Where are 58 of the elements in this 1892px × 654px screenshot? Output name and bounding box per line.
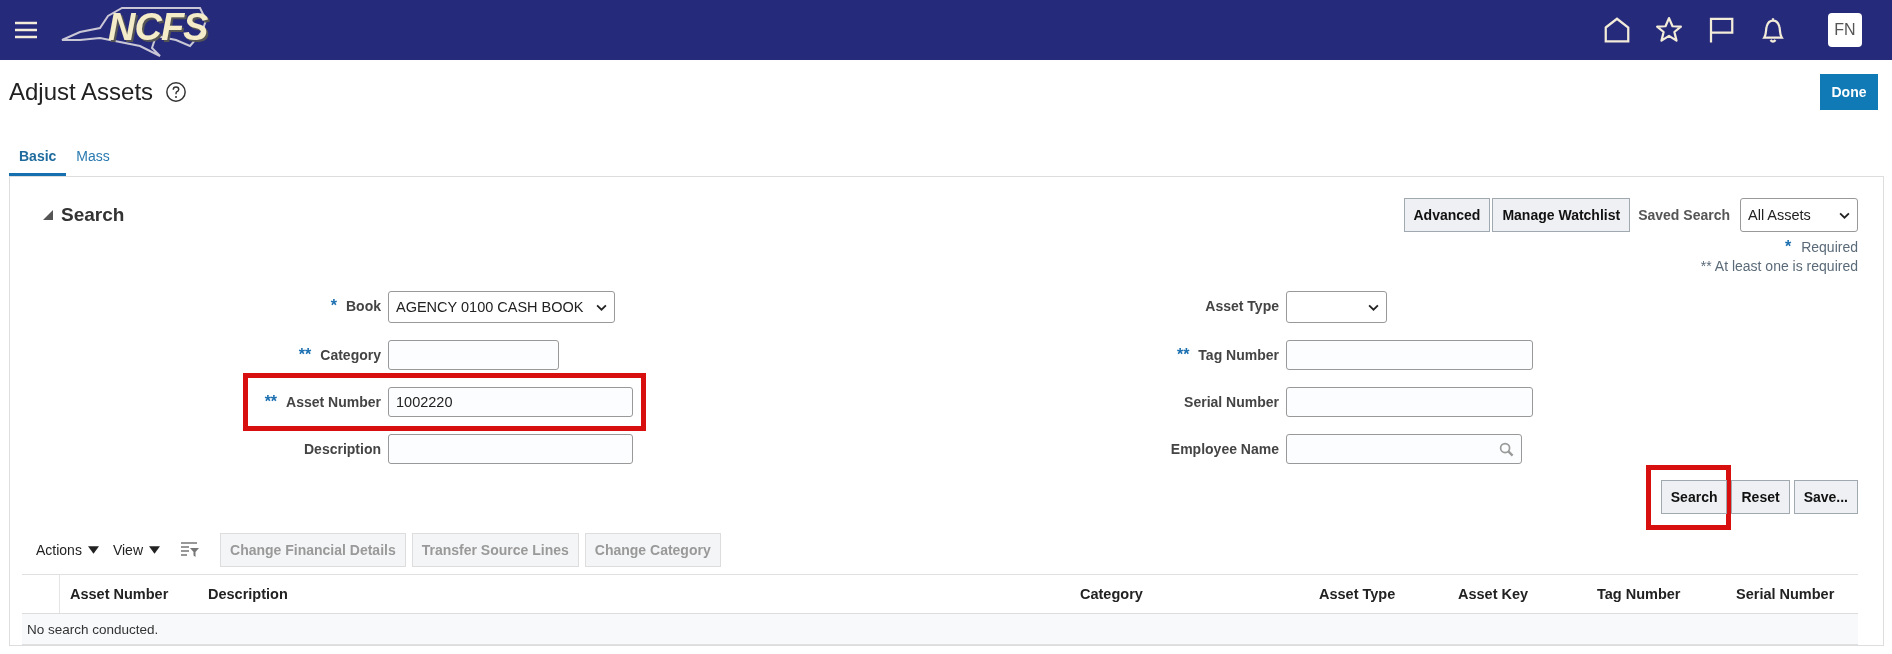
required-marker: ** [298, 346, 312, 364]
column-header: Category [1080, 586, 1143, 602]
column-header: Serial Number [1736, 586, 1835, 602]
toolbar-button[interactable]: Advanced [1403, 198, 1491, 232]
input-field[interactable] [388, 434, 633, 464]
chevron-down-icon [1368, 303, 1379, 311]
search-field[interactable] [1286, 434, 1522, 464]
action-button[interactable]: Reset [1731, 480, 1790, 514]
required-marker: ** [1176, 346, 1190, 364]
field-label: Serial Number [1184, 394, 1279, 410]
done-button[interactable]: Done [1820, 74, 1878, 110]
column-header: Asset Number [70, 586, 169, 602]
field-label: Asset Number [286, 394, 381, 410]
empty-message: No search conducted. [27, 621, 159, 637]
input-field[interactable] [1286, 387, 1533, 417]
menu-icon[interactable] [14, 20, 38, 40]
disclosure-icon[interactable] [43, 210, 53, 220]
action-button[interactable]: Save... [1793, 480, 1858, 514]
page-title: Adjust Assets [9, 78, 154, 106]
search-icon[interactable] [1499, 441, 1514, 457]
toolbar-button[interactable]: Manage Watchlist [1492, 198, 1631, 232]
field-label: Asset Type [1205, 298, 1279, 314]
column-header: Tag Number [1597, 586, 1681, 602]
menu-button[interactable]: View [108, 542, 164, 558]
section-title: Search [61, 204, 125, 226]
input-field[interactable]: 1002220 [388, 387, 633, 417]
input-field[interactable] [388, 340, 559, 370]
column-header: Asset Type [1319, 586, 1396, 602]
required-legend: Required [1801, 238, 1858, 255]
column-header: Asset Key [1458, 586, 1529, 602]
caret-icon [149, 546, 160, 554]
user-avatar[interactable]: FN [1828, 13, 1862, 47]
required-marker: ** [264, 393, 278, 411]
saved-search-label: Saved Search [1638, 207, 1730, 223]
required-marker: * [330, 297, 337, 315]
tab[interactable]: Basic [9, 144, 67, 176]
filter-icon[interactable] [180, 541, 200, 559]
chevron-down-icon [1839, 211, 1850, 219]
help-icon[interactable] [165, 81, 188, 103]
field-label: Book [346, 298, 381, 314]
field-label: Description [304, 441, 381, 457]
tab[interactable]: Mass [66, 144, 120, 176]
field-label: Category [320, 347, 381, 363]
home-icon[interactable] [1602, 15, 1632, 45]
select-field[interactable] [1286, 291, 1387, 323]
select-field[interactable]: AGENCY 0100 CASH BOOK [388, 291, 615, 323]
input-field[interactable] [1286, 340, 1533, 370]
caret-icon [87, 546, 99, 554]
menu-button[interactable]: Actions [32, 542, 103, 558]
field-label: Tag Number [1198, 347, 1279, 363]
field-label: Employee Name [1170, 441, 1279, 457]
saved-search-select[interactable]: All Assets [1740, 198, 1858, 232]
required-legend: ** At least one is required [1700, 257, 1858, 274]
column-header: Description [208, 586, 288, 602]
action-button[interactable]: Search [1660, 480, 1728, 514]
star-icon[interactable] [1654, 15, 1684, 45]
required-marker: * [1784, 237, 1792, 256]
chevron-down-icon [595, 303, 607, 311]
